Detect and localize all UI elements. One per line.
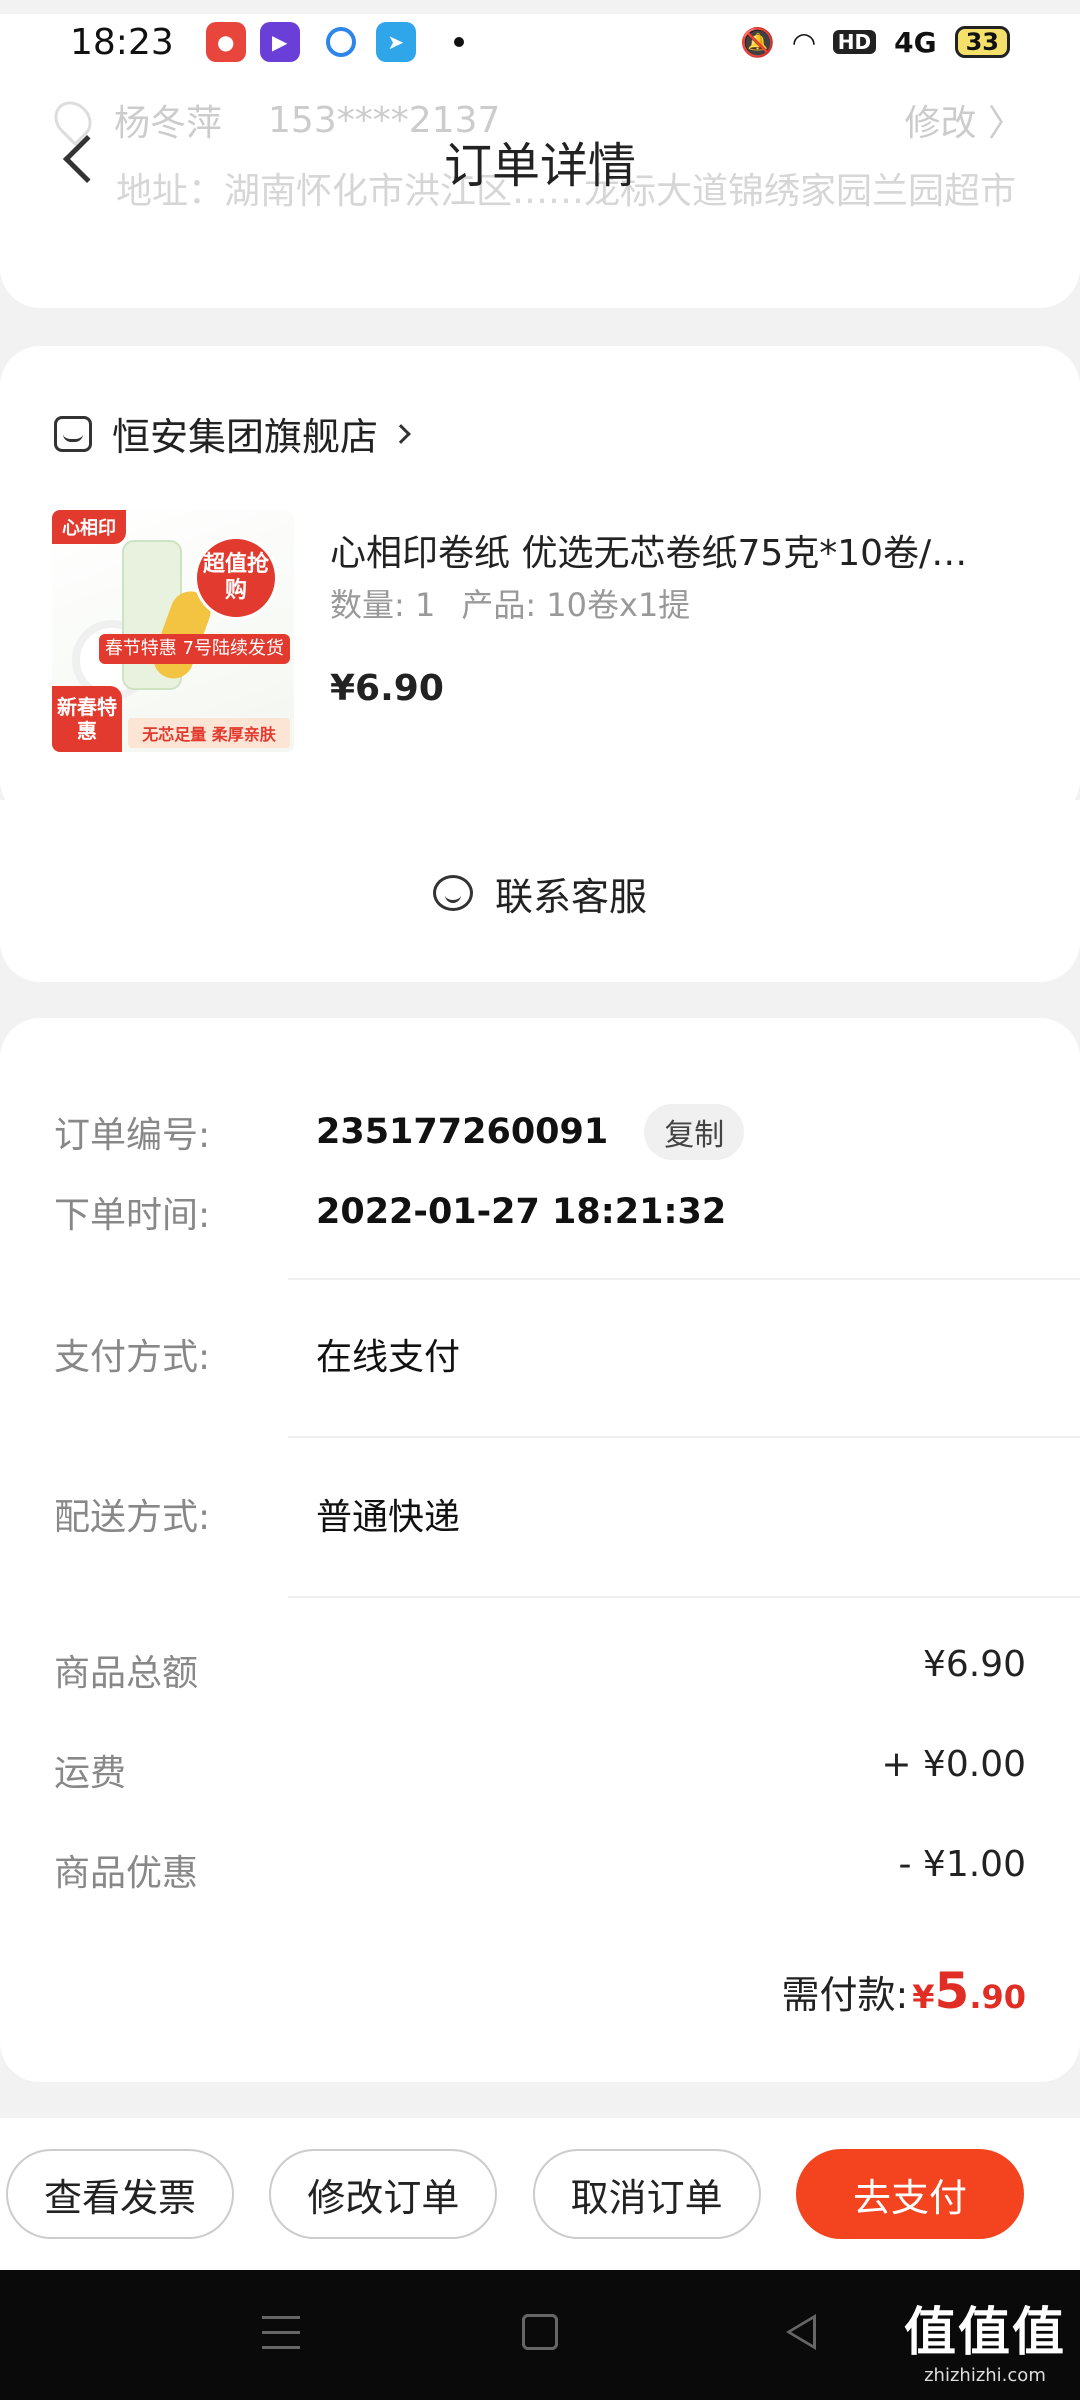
pay-button[interactable]: 去支付 — [795, 2149, 1024, 2239]
system-navigation-bar: 值值值 zhizhizhi.com — [0, 2270, 1080, 2400]
more-notifications-icon — [453, 37, 464, 47]
payment-method: 在线支付 — [316, 1337, 461, 1378]
shipping-row: 运费 + ¥0.00 — [54, 1744, 1026, 1796]
divider — [288, 1436, 1080, 1438]
watermark-url: zhizhizhi.com — [924, 2365, 1046, 2386]
order-number: 235177260091 — [316, 1112, 609, 1152]
cancel-order-button[interactable]: 取消订单 — [532, 2149, 761, 2239]
store-icon — [54, 415, 92, 452]
discount-row: 商品优惠 - ¥1.00 — [54, 1844, 1026, 1896]
product-image[interactable]: 心相印 超值抢购 春节特惠 7号陆续发货 新春特惠 无芯足量 柔厚亲肤 — [52, 510, 294, 752]
product-name[interactable]: 心相印卷纸 优选无芯卷纸75克*10卷/… — [330, 524, 1030, 576]
product-price: ¥6.90 — [330, 668, 444, 709]
order-time-label: 下单时间: — [54, 1195, 211, 1236]
order-time: 2022-01-27 18:21:32 — [316, 1192, 727, 1232]
spring-sale-tag: 春节特惠 7号陆续发货 — [98, 634, 290, 664]
telegram-icon: ➤ — [375, 22, 416, 62]
contact-service-label: 联系客服 — [494, 874, 647, 919]
product-quantity: 数量: 1 — [330, 586, 436, 624]
payment-method-label: 支付方式: — [54, 1337, 211, 1378]
contact-service-button[interactable]: 联系客服 — [432, 866, 647, 921]
hd-icon: HD — [832, 30, 877, 54]
divider — [288, 1278, 1080, 1280]
order-time-row: 下单时间: 2022-01-27 18:21:32 — [54, 1186, 1026, 1238]
back-triangle-icon[interactable] — [786, 2314, 816, 2350]
delivery-method: 普通快递 — [316, 1497, 461, 1538]
chevron-left-icon — [62, 134, 112, 184]
store-name: 恒安集团旗舰店 — [112, 415, 379, 459]
store-card: 恒安集团旗舰店 心相印 超值抢购 春节特惠 7号陆续发货 新春特惠 无芯足量 柔… — [0, 346, 1080, 820]
modify-order-button[interactable]: 修改订单 — [269, 2149, 498, 2239]
video-app-icon: ▶ — [259, 22, 300, 62]
shipping-fee: + ¥0.00 — [881, 1744, 1026, 1785]
watermark-logo: 值值值 — [903, 2303, 1066, 2363]
order-detail-page: 18:23 ● ▶ ➤ 🔕 ◠ HD 4G 33 杨冬萍 153****2137… — [0, 0, 1080, 2400]
order-info-card: 订单编号: 235177260091 复制 下单时间: 2022-01-27 1… — [0, 1018, 1080, 2082]
amount-due-integer: 5 — [934, 1962, 970, 2020]
menu-icon[interactable] — [262, 2316, 300, 2350]
wifi-icon: ◠ — [793, 25, 815, 59]
status-time: 18:23 — [70, 21, 174, 63]
action-bar: 查看发票 修改订单 取消订单 去支付 — [0, 2118, 1080, 2270]
order-number-row: 订单编号: 235177260091 复制 — [54, 1104, 1026, 1160]
promo-circle-tag: 超值抢购 — [194, 536, 278, 620]
new-year-tag: 新春特惠 — [52, 686, 122, 752]
goods-total: ¥6.90 — [922, 1644, 1026, 1685]
mute-icon: 🔕 — [740, 25, 776, 59]
product-spec: 数量: 1 产品: 10卷x1提 — [330, 580, 690, 626]
brand-tag: 心相印 — [52, 510, 126, 544]
watermark: 值值值 zhizhizhi.com — [904, 2290, 1066, 2386]
goods-total-row: 商品总额 ¥6.90 — [54, 1644, 1026, 1696]
circle-app-icon — [325, 27, 356, 57]
copy-button[interactable]: 复制 — [644, 1104, 745, 1160]
payment-method-row: 支付方式: 在线支付 — [54, 1328, 1026, 1380]
amount-due-label: 需付款: — [781, 1973, 909, 2017]
discount-label: 商品优惠 — [54, 1853, 199, 1894]
chevron-right-icon — [391, 423, 411, 444]
chat-smile-icon — [432, 875, 473, 911]
back-button[interactable] — [56, 124, 112, 194]
amount-due-currency: ¥ — [912, 1978, 935, 2016]
product-variant: 产品: 10卷x1提 — [461, 586, 691, 624]
app-notification-icon: ● — [205, 22, 246, 62]
page-title: 订单详情 — [443, 138, 636, 194]
view-invoice-button[interactable]: 查看发票 — [6, 2149, 234, 2239]
divider — [288, 1596, 1080, 1598]
goods-total-label: 商品总额 — [54, 1653, 199, 1694]
store-link[interactable]: 恒安集团旗舰店 — [54, 406, 411, 461]
feature-tag: 无芯足量 柔厚亲肤 — [128, 718, 290, 748]
home-icon[interactable] — [522, 2314, 558, 2350]
discount-amount: - ¥1.00 — [898, 1844, 1027, 1885]
amount-due-decimal: .90 — [969, 1978, 1026, 2016]
status-bar: 18:23 ● ▶ ➤ 🔕 ◠ HD 4G 33 — [0, 0, 1080, 84]
customer-service-bar: 联系客服 — [0, 800, 1080, 982]
battery-icon: 33 — [954, 26, 1010, 58]
status-icons: 🔕 ◠ HD 4G 33 — [740, 26, 1010, 59]
order-number-label: 订单编号: — [54, 1115, 211, 1156]
signal-icon: 4G — [894, 25, 937, 59]
delivery-method-label: 配送方式: — [54, 1497, 211, 1538]
shipping-label: 运费 — [54, 1753, 127, 1794]
amount-due: 需付款: ¥ 5 .90 — [781, 1962, 1026, 2020]
delivery-method-row: 配送方式: 普通快递 — [54, 1488, 1026, 1540]
